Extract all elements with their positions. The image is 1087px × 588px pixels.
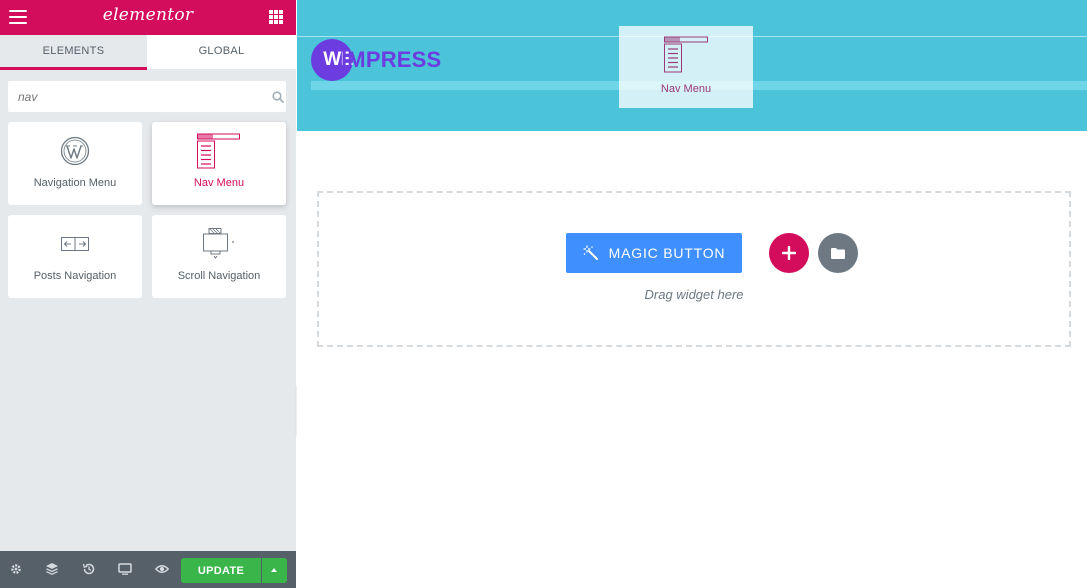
editor-canvas: WE IMPRESS Nav Menu MAGIC BUTTON Drag wi… bbox=[297, 0, 1087, 588]
wordpress-icon bbox=[60, 136, 90, 166]
drag-widget-hint: Drag widget here bbox=[644, 287, 744, 302]
logo-text: IMPRESS bbox=[341, 47, 442, 72]
layers-icon[interactable] bbox=[45, 562, 59, 576]
widget-label: Nav Menu bbox=[193, 177, 245, 189]
tab-global[interactable]: GLOBAL bbox=[147, 35, 296, 70]
tab-elements[interactable]: ELEMENTS bbox=[0, 35, 147, 70]
history-icon[interactable] bbox=[82, 562, 96, 576]
update-button[interactable]: UPDATE bbox=[181, 558, 261, 583]
responsive-desktop-icon[interactable] bbox=[118, 562, 132, 576]
elementor-panel: elementor ELEMENTS GLOBAL Navigation Men… bbox=[0, 0, 296, 588]
widget-label: Navigation Menu bbox=[33, 177, 117, 189]
posts-navigation-icon bbox=[61, 237, 89, 251]
panel-header: elementor bbox=[0, 0, 296, 35]
magic-wand-icon bbox=[583, 245, 598, 260]
nav-menu-icon bbox=[664, 36, 708, 73]
panel-tabs: ELEMENTS GLOBAL bbox=[0, 35, 296, 70]
search-input[interactable] bbox=[8, 81, 258, 112]
add-template-button[interactable] bbox=[818, 233, 858, 273]
folder-icon bbox=[831, 247, 845, 259]
widget-search bbox=[8, 81, 286, 112]
plus-icon bbox=[781, 245, 797, 261]
drop-zone[interactable]: MAGIC BUTTON Drag widget here bbox=[317, 191, 1071, 347]
widget-nav-menu[interactable]: Nav Menu bbox=[152, 122, 286, 205]
search-icon bbox=[272, 91, 284, 103]
update-options-icon[interactable] bbox=[262, 558, 287, 583]
widget-label: Posts Navigation bbox=[33, 270, 117, 282]
magic-button[interactable]: MAGIC BUTTON bbox=[566, 233, 742, 273]
widget-navigation-menu[interactable]: Navigation Menu bbox=[8, 122, 142, 205]
settings-icon[interactable] bbox=[9, 562, 23, 576]
widgets-grid-icon[interactable] bbox=[269, 10, 283, 24]
widget-scroll-navigation[interactable]: Scroll Navigation bbox=[152, 215, 286, 298]
magic-button-label: MAGIC BUTTON bbox=[608, 245, 726, 261]
preview-eye-icon[interactable] bbox=[155, 562, 169, 576]
scroll-navigation-icon bbox=[203, 228, 234, 259]
widget-posts-navigation[interactable]: Posts Navigation bbox=[8, 215, 142, 298]
dragged-widget-ghost: Nav Menu bbox=[619, 26, 753, 108]
header-section[interactable]: WE IMPRESS Nav Menu bbox=[297, 0, 1087, 131]
add-section-button[interactable] bbox=[769, 233, 809, 273]
nav-menu-icon bbox=[197, 133, 240, 169]
ghost-label: Nav Menu bbox=[660, 83, 712, 95]
elementor-logo: elementor bbox=[102, 5, 194, 25]
site-logo[interactable]: WE IMPRESS bbox=[311, 39, 453, 81]
widget-label: Scroll Navigation bbox=[177, 270, 261, 282]
